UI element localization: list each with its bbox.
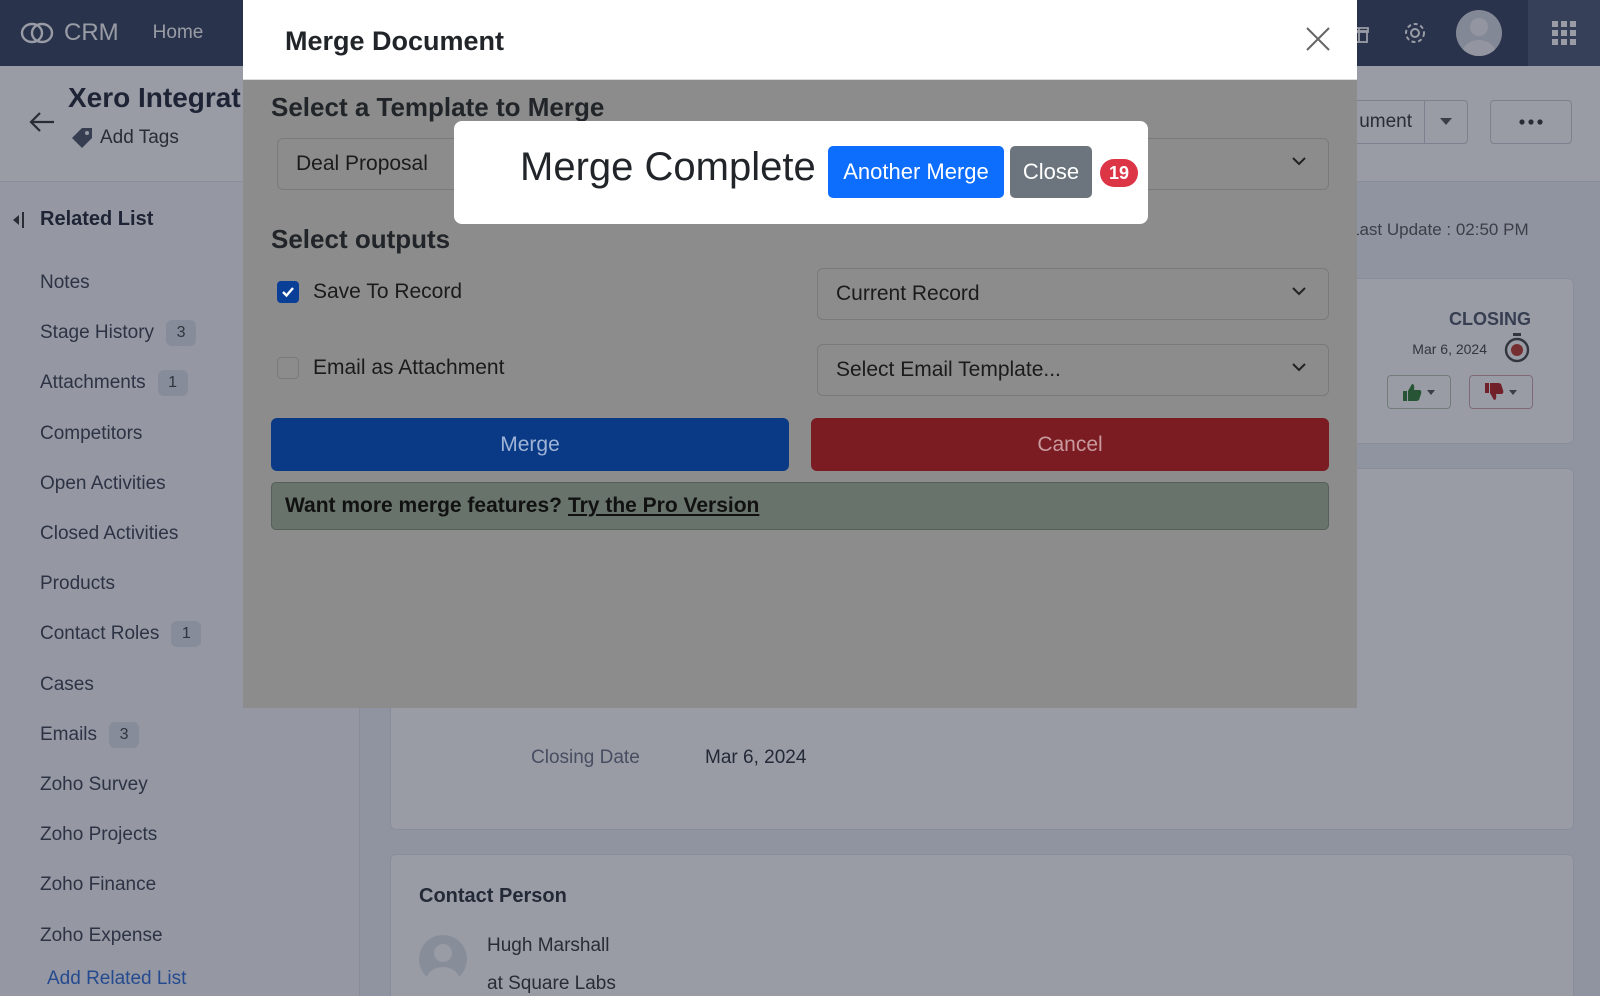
merge-complete-popup: Merge Complete Another Merge Close 19 bbox=[454, 121, 1148, 224]
pro-version-banner: Want more merge features? Try the Pro Ve… bbox=[271, 482, 1329, 530]
save-target-value: Current Record bbox=[836, 282, 980, 305]
chevron-down-icon bbox=[1292, 287, 1306, 296]
chevron-down-icon bbox=[1292, 363, 1306, 372]
save-to-record-option: Save To Record bbox=[277, 280, 462, 304]
save-to-record-checkbox[interactable] bbox=[277, 281, 299, 303]
modal-title: Merge Document bbox=[285, 26, 505, 56]
save-to-record-label: Save To Record bbox=[313, 280, 463, 303]
pro-version-link[interactable]: Try the Pro Version bbox=[568, 494, 759, 518]
template-select-value: Deal Proposal bbox=[296, 152, 428, 175]
cancel-button[interactable]: Cancel bbox=[811, 418, 1329, 471]
another-merge-button[interactable]: Another Merge bbox=[828, 146, 1004, 198]
save-target-select[interactable]: Current Record bbox=[817, 268, 1329, 320]
outputs-section-title: Select outputs bbox=[271, 224, 451, 254]
modal-header: Merge Document bbox=[243, 0, 1357, 80]
email-template-value: Select Email Template... bbox=[836, 358, 1061, 381]
close-icon[interactable] bbox=[1301, 22, 1335, 56]
chevron-down-icon bbox=[1292, 157, 1306, 166]
checkmark-icon bbox=[282, 287, 294, 298]
email-attachment-checkbox[interactable] bbox=[277, 357, 299, 379]
merge-document-modal: Merge Document Select a Template to Merg… bbox=[243, 0, 1357, 708]
merge-button[interactable]: Merge bbox=[271, 418, 789, 471]
email-template-select[interactable]: Select Email Template... bbox=[817, 344, 1329, 396]
email-attachment-option: Email as Attachment bbox=[277, 356, 504, 380]
notification-count-badge: 19 bbox=[1100, 159, 1138, 187]
promo-text: Want more merge features? bbox=[285, 494, 562, 517]
merge-complete-title: Merge Complete bbox=[520, 145, 816, 189]
template-section-title: Select a Template to Merge bbox=[271, 92, 605, 122]
email-attachment-label: Email as Attachment bbox=[313, 356, 505, 379]
close-button[interactable]: Close bbox=[1010, 146, 1092, 198]
